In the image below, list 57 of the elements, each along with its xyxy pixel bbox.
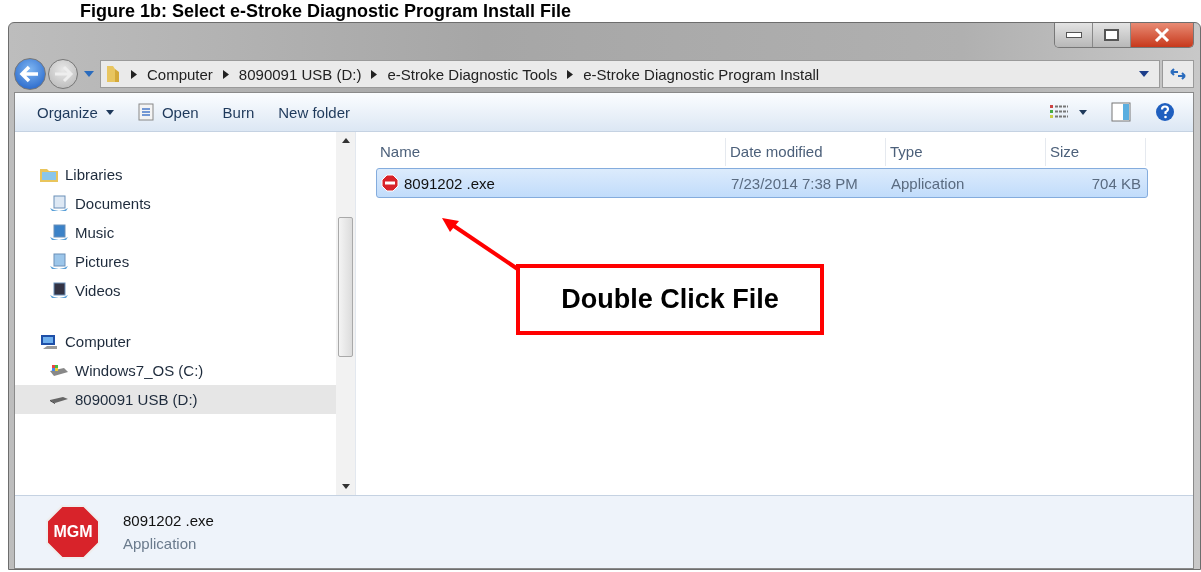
- file-type: Application: [123, 535, 198, 552]
- pane-icon: [1111, 102, 1131, 122]
- dropdown-icon[interactable]: [1139, 71, 1149, 77]
- maximize-button[interactable]: [1093, 23, 1131, 47]
- toolbar-button[interactable]: New folder: [270, 99, 358, 125]
- scroll-up-icon[interactable]: [341, 138, 350, 143]
- help-icon: [1155, 102, 1175, 122]
- file-row[interactable]: 8091202 .exe 7/23/2014 7:38 PM Application 704 KB: [376, 168, 1148, 198]
- figure-caption: Figure 1b: Select e-Stroke Diagnostic Program Install File: [80, 0, 573, 22]
- nav-item[interactable]: 8090091 USB (D:): [15, 385, 336, 414]
- column-header[interactable]: Date modified: [726, 138, 886, 166]
- chevron-icon: [371, 69, 378, 79]
- breadcrumb[interactable]: e-Stroke Diagnostic Tools: [387, 65, 558, 83]
- stop-sign-icon: [381, 174, 399, 192]
- stop-sign-icon: [45, 504, 101, 560]
- toolbar-button[interactable]: Organize: [29, 99, 122, 125]
- nav-item[interactable]: Music: [15, 218, 336, 247]
- breadcrumb[interactable]: e-Stroke Diagnostic Program Install: [583, 65, 820, 83]
- refresh-icon: [1169, 66, 1187, 82]
- refresh-button[interactable]: [1162, 60, 1194, 88]
- close-icon: [1154, 28, 1170, 42]
- chevron-icon: [131, 69, 137, 79]
- breadcrumb[interactable]: 8090091 USB (D:): [238, 65, 362, 83]
- back-button[interactable]: [14, 58, 46, 90]
- forward-button[interactable]: [48, 59, 78, 89]
- column-header[interactable]: Type: [886, 138, 1046, 166]
- logo-text: MGM: [52, 523, 94, 541]
- file-name: 8091202 .exe: [123, 512, 214, 529]
- back-arrow-icon: [19, 65, 41, 83]
- close-button[interactable]: [1131, 23, 1193, 47]
- nav-item[interactable]: Libraries: [15, 160, 336, 189]
- forward-arrow-icon: [52, 65, 74, 83]
- nav-item[interactable]: Pictures: [15, 247, 336, 276]
- column-header[interactable]: Size: [1046, 138, 1146, 166]
- history-dropdown-icon[interactable]: [84, 71, 94, 77]
- minimize-button[interactable]: [1055, 23, 1093, 47]
- folder-icon: [105, 65, 121, 83]
- address-bar[interactable]: Computer 8090091 USB (D:) e-Stroke Diagnostic Tools e-Stroke Diagnostic Program Install: [100, 60, 1160, 88]
- nav-item[interactable]: Documents: [15, 189, 336, 218]
- nav-item[interactable]: Videos: [15, 276, 336, 305]
- chevron-icon: [222, 69, 229, 79]
- scroll-down-icon[interactable]: [341, 484, 350, 489]
- chevron-icon: [567, 69, 574, 79]
- library-icon: [39, 166, 59, 183]
- drive-icon: [49, 362, 69, 379]
- toolbar-button[interactable]: Burn: [214, 99, 263, 125]
- computer-icon: [39, 333, 59, 350]
- callout-label: Double Click File: [516, 264, 824, 335]
- breadcrumb[interactable]: Computer: [147, 65, 213, 83]
- details-view-icon: [1049, 104, 1069, 120]
- caret-icon: [1079, 109, 1087, 115]
- column-header[interactable]: Name: [376, 138, 726, 166]
- nav-item[interactable]: Windows7_OS (C:): [15, 356, 336, 385]
- toolbar-button[interactable]: Open: [129, 99, 207, 125]
- scroll-thumb[interactable]: [338, 217, 353, 357]
- nav-item[interactable]: Computer: [15, 327, 336, 356]
- usb-drive-icon: [49, 395, 69, 404]
